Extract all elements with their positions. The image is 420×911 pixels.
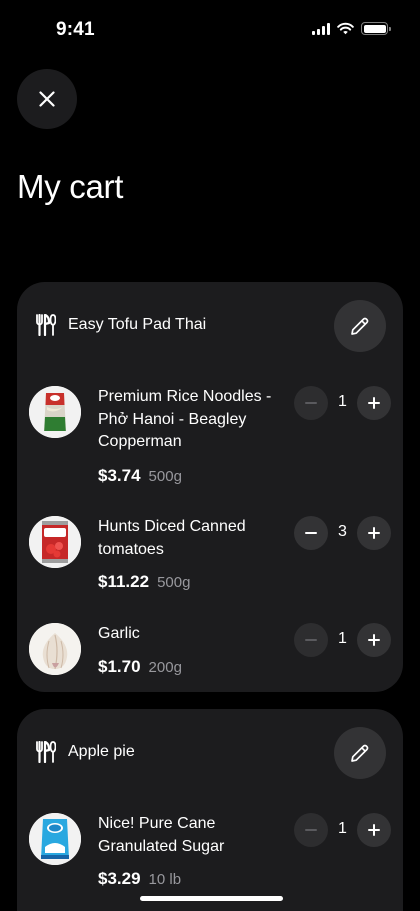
price-value: $3.29 [98, 869, 141, 888]
recipe-card: Apple pie Nice! Pure Cane Granulated Sug… [17, 709, 403, 911]
minus-icon [305, 639, 317, 641]
battery-icon [361, 22, 391, 35]
price-value: $1.70 [98, 657, 141, 676]
product-name: Hunts Diced Canned tomatoes [98, 518, 246, 558]
price-value: $11.22 [98, 572, 150, 591]
wifi-icon [337, 22, 354, 35]
increase-quantity-button[interactable] [357, 813, 391, 847]
product-price: $1.70 200g [98, 657, 182, 677]
product-image-diced-tomatoes [29, 516, 81, 568]
quantity-value: 1 [338, 393, 347, 410]
product-weight: 10 lb [148, 871, 182, 888]
quantity-value: 3 [338, 523, 347, 540]
decrease-quantity-button[interactable] [294, 516, 328, 550]
utensils-icon [36, 741, 56, 763]
product-price: $11.22 500g [98, 572, 190, 592]
page-title: My cart [17, 168, 124, 205]
increase-quantity-button[interactable] [357, 516, 391, 550]
decrease-quantity-button[interactable] [294, 813, 328, 847]
decrease-quantity-button[interactable] [294, 386, 328, 420]
plus-icon [368, 527, 380, 539]
increase-quantity-button[interactable] [357, 386, 391, 420]
minus-icon [305, 829, 317, 831]
product-weight: 500g [157, 574, 191, 591]
price-value: $3.74 [98, 466, 141, 485]
product-image-garlic [29, 623, 81, 675]
pencil-icon [351, 744, 369, 762]
status-icons [312, 22, 391, 35]
status-bar: 9:41 [0, 0, 420, 60]
recipe-card: Easy Tofu Pad Thai Premium Rice Noodles … [17, 282, 403, 692]
recipe-title: Apple pie [68, 743, 135, 760]
quantity-stepper: 1 [294, 813, 391, 847]
quantity-value: 1 [338, 630, 347, 647]
edit-recipe-button[interactable] [334, 300, 386, 352]
minus-icon [305, 402, 317, 404]
minus-icon [305, 532, 317, 534]
utensils-icon [36, 314, 56, 336]
recipe-title: Easy Tofu Pad Thai [68, 316, 207, 333]
quantity-value: 1 [338, 820, 347, 837]
product-image-rice-noodles [29, 386, 81, 438]
product-name: Garlic [98, 625, 140, 642]
product-name: Premium Rice Noodles - Phở Hanoi - Beagl… [98, 388, 272, 450]
plus-icon [368, 634, 380, 646]
status-time: 9:41 [56, 19, 95, 40]
plus-icon [368, 397, 380, 409]
product-name: Nice! Pure Cane Granulated Sugar [98, 815, 225, 855]
decrease-quantity-button[interactable] [294, 623, 328, 657]
product-weight: 200g [148, 659, 182, 676]
product-price: $3.29 10 lb [98, 869, 181, 889]
increase-quantity-button[interactable] [357, 623, 391, 657]
plus-icon [368, 824, 380, 836]
quantity-stepper: 1 [294, 623, 391, 657]
product-image-cane-sugar [29, 813, 81, 865]
close-icon [39, 91, 55, 107]
cellular-signal-icon [312, 22, 330, 35]
home-indicator[interactable] [140, 896, 283, 901]
recipe-header: Apple pie [17, 709, 403, 795]
edit-recipe-button[interactable] [334, 727, 386, 779]
quantity-stepper: 1 [294, 386, 391, 420]
product-price: $3.74 500g [98, 466, 182, 486]
close-button[interactable] [17, 69, 77, 129]
quantity-stepper: 3 [294, 516, 391, 550]
pencil-icon [351, 317, 369, 335]
product-weight: 500g [148, 468, 182, 485]
recipe-header: Easy Tofu Pad Thai [17, 282, 403, 368]
